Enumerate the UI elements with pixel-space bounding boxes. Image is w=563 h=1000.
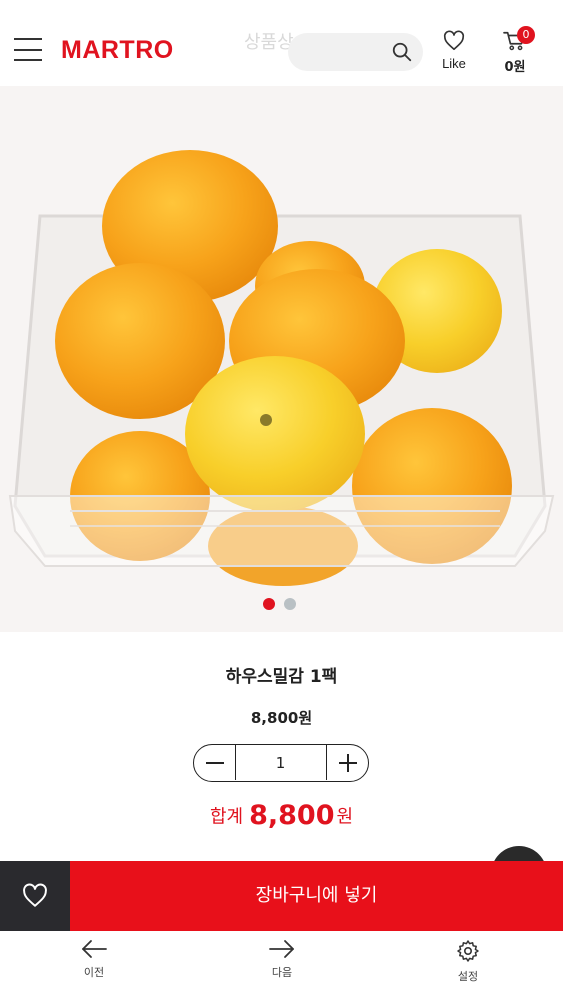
action-bar: 장바구니에 넣기 [0, 861, 563, 931]
tangerine [185, 356, 365, 512]
search-icon[interactable] [391, 41, 413, 63]
product-price: 8,800원 [250, 709, 313, 727]
cart-total: 0원 [504, 60, 526, 75]
add-to-cart-button[interactable]: 장바구니에 넣기 [70, 861, 563, 931]
back-button[interactable]: 이전 [64, 939, 124, 980]
cart-button[interactable]: 0 0원 [495, 26, 535, 80]
header: MARTRO 상품상 Like 0 0원 [0, 0, 563, 86]
brand-logo[interactable]: MARTRO [61, 36, 174, 65]
carousel-dot[interactable] [284, 598, 296, 610]
increase-quantity-button[interactable] [326, 745, 368, 780]
product-photo [8, 150, 555, 586]
wishlist-button[interactable] [0, 861, 70, 931]
back-label: 이전 [83, 966, 105, 979]
browser-nav-bar: 이전 다음 설정 [0, 931, 563, 1000]
quantity-stepper [193, 744, 369, 782]
total-amount: 8,800 [249, 800, 335, 831]
product-name: 하우스밀감 1팩 [225, 667, 338, 687]
quantity-input[interactable] [236, 745, 325, 780]
decrease-quantity-button[interactable] [194, 745, 236, 780]
arrow-left-icon [82, 940, 107, 958]
forward-label: 다음 [271, 966, 293, 979]
arrow-right-icon [269, 940, 294, 958]
menu-line [14, 38, 42, 40]
page-title-faded: 상품상 [244, 32, 294, 53]
total-unit: 원 [336, 806, 354, 828]
total-price: 합계 8,800 원 [0, 800, 563, 831]
heart-icon [23, 883, 47, 907]
menu-icon[interactable] [14, 38, 44, 64]
settings-button[interactable]: 설정 [438, 939, 498, 984]
gear-icon [457, 940, 479, 962]
settings-label: 설정 [457, 970, 479, 983]
menu-line [14, 59, 42, 61]
total-label: 합계 [209, 806, 244, 828]
like-button[interactable]: Like [437, 30, 471, 80]
heart-icon [443, 30, 465, 51]
product-image[interactable] [0, 86, 563, 632]
like-label: Like [442, 56, 466, 71]
carousel-indicator [263, 598, 303, 610]
cart-count-badge: 0 [517, 26, 535, 44]
carousel-dot-active[interactable] [263, 598, 275, 610]
search-input[interactable] [288, 33, 423, 71]
menu-line [14, 49, 42, 51]
forward-button[interactable]: 다음 [252, 939, 312, 980]
